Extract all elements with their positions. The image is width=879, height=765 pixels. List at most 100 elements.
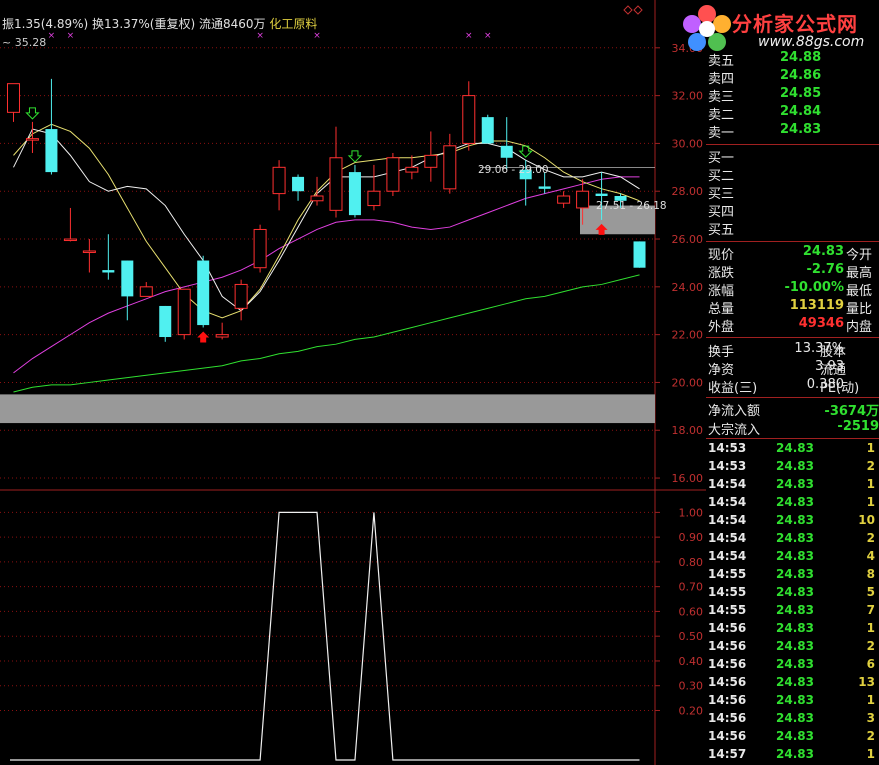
- tick-row: 14:54 24.83 10: [706, 513, 879, 531]
- indicator-tick-label: 0.60: [679, 605, 704, 618]
- tick-volume: 2: [866, 639, 875, 653]
- down-arrow-icon: [347, 150, 363, 163]
- gray-zone: [0, 394, 655, 424]
- candle-body: [121, 260, 134, 297]
- quote-panel: 卖五 24.88 卖四 24.86 卖三 24.85 卖二 24.84 卖一 24.83 买一 买二买…: [706, 0, 879, 765]
- diamond-icon: [623, 5, 633, 15]
- candle-body: [25, 138, 39, 141]
- y-tick-label: 28.00: [672, 185, 704, 198]
- candle-body: [159, 305, 172, 338]
- tick-volume: 13: [858, 675, 875, 689]
- candle-body: [272, 166, 286, 195]
- candle-body: [329, 157, 343, 211]
- stat-value: 49346: [798, 316, 844, 331]
- stat2-key-2: 股本: [820, 345, 847, 360]
- tick-row: 14:55 24.83 5: [706, 585, 879, 603]
- buy-row: 买三: [706, 183, 879, 202]
- tick-row: 14:53 24.83 1: [706, 441, 879, 459]
- down-arrow-icon: [518, 145, 533, 158]
- tick-row: 14:55 24.83 8: [706, 567, 879, 585]
- ma-yellow-line: [13, 123, 640, 319]
- cross-mark-icon: ×: [313, 31, 321, 41]
- stat2-row: 净资 3.93 流通: [706, 359, 879, 378]
- ma-magenta-line: [13, 176, 640, 374]
- tick-volume: 1: [866, 495, 875, 509]
- candle-body: [177, 288, 191, 336]
- tick-row: 14:55 24.83 7: [706, 603, 879, 621]
- tick-volume: 1: [866, 477, 875, 491]
- price-range-label-1: 29.06 - 29.00: [478, 164, 549, 176]
- y-tick-label: 20.00: [672, 376, 704, 389]
- tick-time: 14:56: [708, 621, 747, 635]
- y-tick-label: 32.00: [672, 90, 704, 103]
- diamond-icon: [633, 5, 643, 15]
- indicator-tick-label: 0.50: [679, 630, 704, 643]
- tick-time: 14:56: [708, 657, 747, 671]
- tick-volume: 2: [866, 531, 875, 545]
- sell-price: 24.86: [780, 68, 822, 83]
- candle-body: [348, 172, 361, 216]
- tick-row: 14:57 24.83 1: [706, 747, 879, 765]
- flow-value: -2519: [837, 419, 879, 434]
- stat-key-2: 最高: [846, 266, 873, 281]
- candle-body: [538, 186, 551, 189]
- flow-value: -3674万: [824, 404, 879, 419]
- separator: [706, 241, 879, 242]
- sell-row: 卖四 24.86: [706, 68, 879, 87]
- tick-price: 24.83: [776, 441, 814, 455]
- ma-white-line: [13, 128, 640, 312]
- tick-row: 14:56 24.83 13: [706, 675, 879, 693]
- tick-price: 24.83: [776, 459, 814, 473]
- sector-text: 化工原料: [269, 17, 318, 31]
- y-tick-label: 24.00: [672, 281, 704, 294]
- tick-time: 14:54: [708, 531, 747, 545]
- tick-volume: 10: [858, 513, 875, 527]
- tick-price: 24.83: [776, 639, 814, 653]
- stat2-row: 换手 13.37% 股本: [706, 341, 879, 360]
- tick-volume: 5: [866, 585, 875, 599]
- sell-row: 卖五 24.88: [706, 50, 879, 69]
- tick-price: 24.83: [776, 657, 814, 671]
- tick-time: 14:54: [708, 549, 747, 563]
- tick-row: 14:54 24.83 1: [706, 477, 879, 495]
- float-text: 流通8460万: [199, 17, 266, 31]
- tick-price: 24.83: [776, 549, 814, 563]
- tick-time: 14:56: [708, 729, 747, 743]
- stat-key-2: 今开: [846, 248, 873, 263]
- tick-volume: 1: [866, 693, 875, 707]
- buy-row: 买五: [706, 219, 879, 238]
- stat2-key: 净资: [708, 363, 735, 378]
- down-arrow-icon: [25, 107, 40, 120]
- amplitude-text: 振1.35(4.89%): [2, 17, 89, 31]
- stat-key: 涨跌: [708, 266, 735, 281]
- tick-volume: 8: [866, 567, 875, 581]
- tick-row: 14:54 24.83 2: [706, 531, 879, 549]
- separator: [706, 438, 879, 439]
- candle-body: [292, 176, 305, 192]
- tick-time: 14:55: [708, 603, 747, 617]
- tick-price: 24.83: [776, 495, 814, 509]
- buy-label: 买五: [708, 223, 735, 238]
- tick-price: 24.83: [776, 711, 814, 725]
- candle-body: [45, 129, 58, 173]
- stat2-row: 收益(三) 0.380 PE(动): [706, 377, 879, 396]
- stat-row: 总量 113119 量比: [706, 298, 879, 317]
- cross-mark-icon: ×: [67, 31, 75, 41]
- candle-body: [576, 190, 590, 209]
- cross-mark-icon: ×: [256, 31, 264, 41]
- kline-chart[interactable]: 16.00 18.00 20.00 22.00 24.00 26.00 28.00 30.00…: [0, 0, 706, 765]
- buy-row: 买二: [706, 165, 879, 184]
- tick-time: 14:55: [708, 567, 747, 581]
- stat-key: 外盘: [708, 320, 735, 335]
- tick-price: 24.83: [776, 513, 814, 527]
- candle-body: [215, 334, 229, 338]
- candle-body: [253, 228, 267, 269]
- sell-label: 卖五: [708, 54, 735, 69]
- buy-label: 买四: [708, 205, 735, 220]
- ma-green-line: [13, 274, 640, 393]
- candle-body: [481, 117, 494, 144]
- sell-label: 卖四: [708, 72, 735, 87]
- tick-price: 24.83: [776, 585, 814, 599]
- tick-time: 14:57: [708, 747, 747, 761]
- cross-mark-icon: ×: [484, 31, 492, 41]
